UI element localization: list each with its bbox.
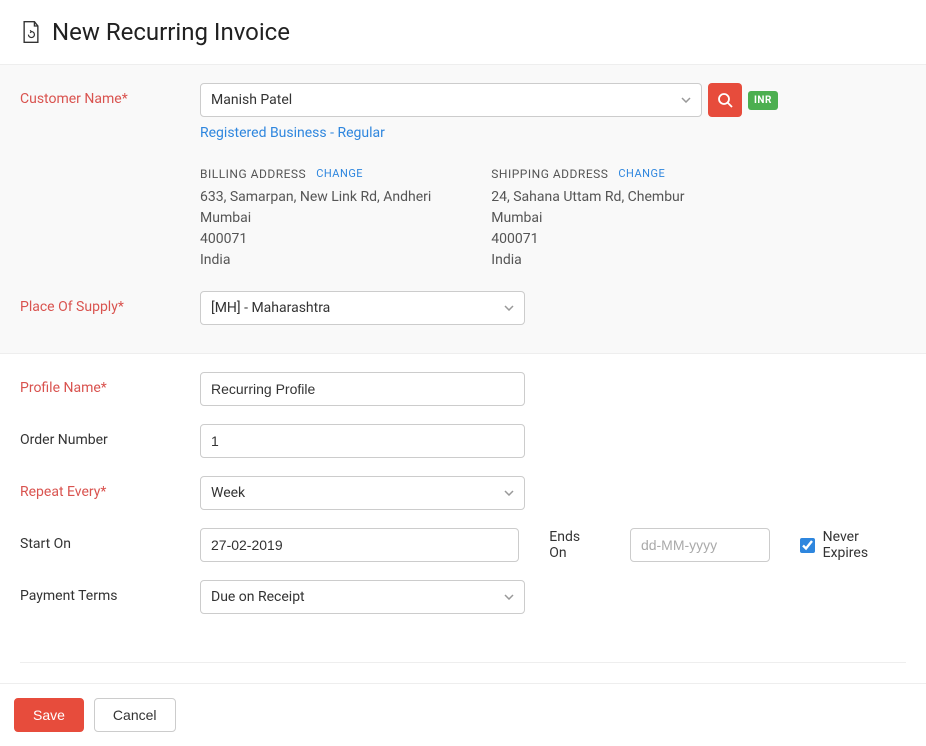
shipping-postal: 400071 — [491, 229, 684, 250]
chevron-down-icon — [504, 592, 514, 603]
customer-name-label: Customer Name* — [20, 83, 200, 107]
shipping-address-title: SHIPPING ADDRESS — [491, 165, 608, 183]
place-of-supply-select[interactable]: [MH] - Maharashtra — [200, 291, 525, 325]
shipping-address: SHIPPING ADDRESS CHANGE 24, Sahana Uttam… — [491, 165, 684, 271]
profile-name-label: Profile Name* — [20, 372, 200, 396]
place-of-supply-label: Place Of Supply* — [20, 291, 200, 315]
recurring-invoice-icon — [20, 20, 42, 44]
section-divider — [20, 662, 906, 663]
billing-change-link[interactable]: CHANGE — [316, 166, 363, 183]
customer-name-select[interactable]: Manish Patel — [200, 83, 702, 117]
start-on-label: Start On — [20, 528, 200, 552]
billing-city: Mumbai — [200, 208, 431, 229]
customer-section: Customer Name* Manish Patel INR Regist — [0, 65, 926, 354]
billing-country: India — [200, 250, 431, 271]
payment-terms-select[interactable]: Due on Receipt — [200, 580, 525, 614]
search-icon — [717, 92, 733, 108]
repeat-every-label: Repeat Every* — [20, 476, 200, 500]
billing-line1: 633, Samarpan, New Link Rd, Andheri — [200, 187, 431, 208]
recurring-section: Profile Name* Order Number Repeat Every*… — [0, 354, 926, 642]
never-expires-checkbox[interactable] — [800, 538, 815, 553]
payment-terms-label: Payment Terms — [20, 580, 200, 604]
order-number-input[interactable] — [200, 424, 525, 458]
customer-search-button[interactable] — [708, 83, 742, 117]
footer-actions: Save Cancel — [0, 683, 926, 746]
repeat-every-select[interactable]: Week — [200, 476, 525, 510]
start-on-input[interactable] — [200, 528, 519, 562]
place-of-supply-value: [MH] - Maharashtra — [211, 300, 330, 316]
chevron-down-icon — [504, 488, 514, 499]
profile-name-input[interactable] — [200, 372, 525, 406]
currency-badge: INR — [748, 91, 778, 110]
chevron-down-icon — [504, 303, 514, 314]
ends-on-input[interactable] — [630, 528, 770, 562]
ends-on-label: Ends On — [549, 529, 600, 561]
order-number-label: Order Number — [20, 424, 200, 448]
repeat-every-value: Week — [211, 485, 245, 501]
shipping-city: Mumbai — [491, 208, 684, 229]
billing-postal: 400071 — [200, 229, 431, 250]
never-expires-label: Never Expires — [823, 529, 906, 561]
business-type-link[interactable]: Registered Business - Regular — [200, 125, 906, 141]
shipping-country: India — [491, 250, 684, 271]
payment-terms-value: Due on Receipt — [211, 589, 305, 605]
customer-name-value: Manish Patel — [211, 92, 292, 108]
billing-address-title: BILLING ADDRESS — [200, 165, 306, 183]
save-button[interactable]: Save — [14, 698, 84, 732]
cancel-button[interactable]: Cancel — [94, 698, 176, 732]
chevron-down-icon — [681, 95, 691, 106]
page-header: New Recurring Invoice — [0, 0, 926, 65]
shipping-line1: 24, Sahana Uttam Rd, Chembur — [491, 187, 684, 208]
shipping-change-link[interactable]: CHANGE — [618, 166, 665, 183]
billing-address: BILLING ADDRESS CHANGE 633, Samarpan, Ne… — [200, 165, 431, 271]
page-title: New Recurring Invoice — [52, 18, 290, 46]
